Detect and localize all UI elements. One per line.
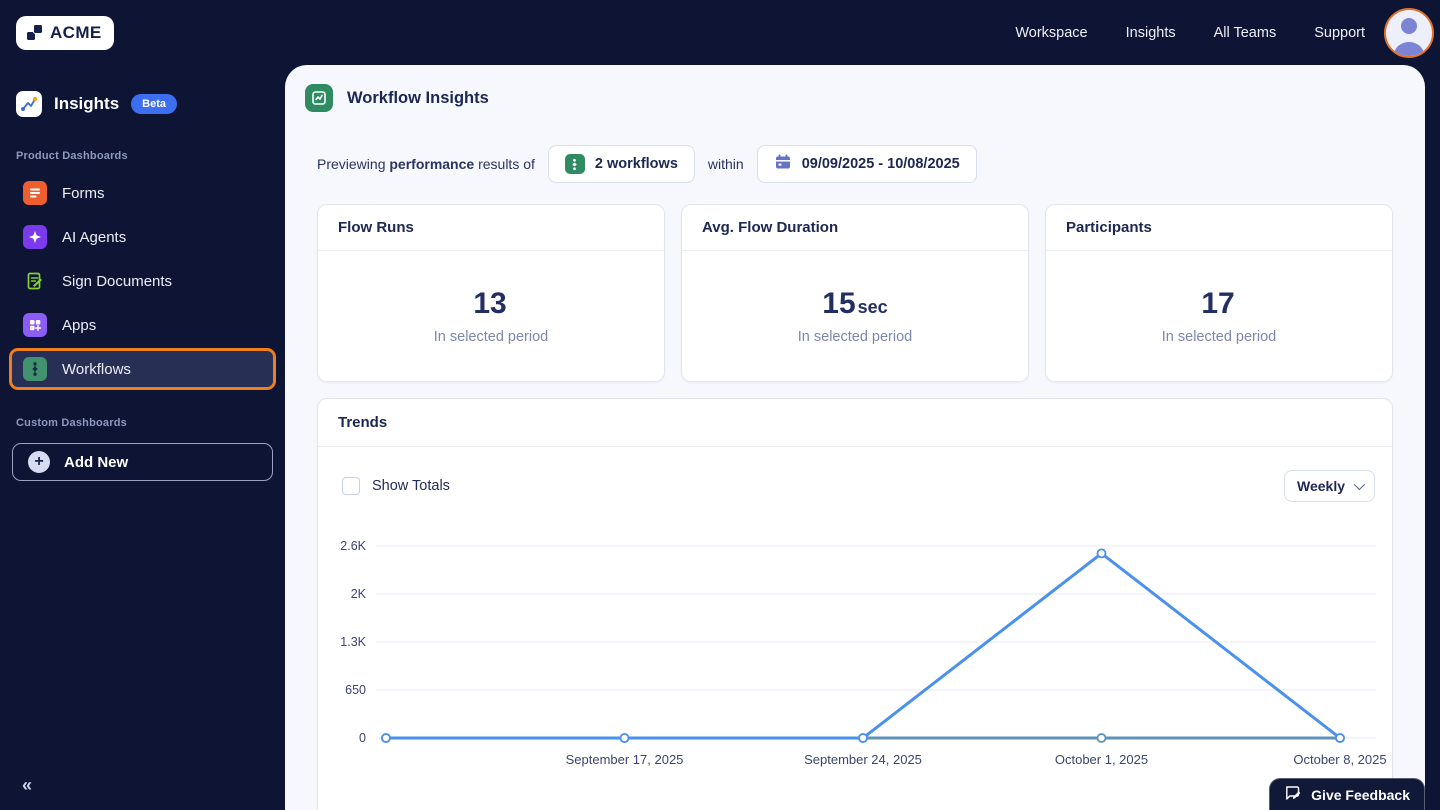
date-range-label: 09/09/2025 - 10/08/2025 [801, 156, 960, 172]
sign-document-icon [23, 269, 47, 293]
filter-description: Previewing performance results of [317, 156, 535, 172]
stat-subtitle: In selected period [433, 329, 549, 345]
sidebar-app-title: Insights [54, 94, 120, 113]
show-totals-toggle[interactable]: Show Totals [342, 477, 450, 495]
workflow-insights-icon [305, 84, 333, 112]
section-custom-dashboards: Custom Dashboards [16, 417, 127, 429]
show-totals-checkbox[interactable] [342, 477, 360, 495]
workflow-icon [564, 154, 585, 174]
stat-card-participants: Participants 17 In selected period [1045, 204, 1393, 382]
svg-text:650: 650 [345, 683, 366, 697]
trends-line-chart: 0 650 1.3K 2K 2.6K September 17, 2025 Septembe… [340, 539, 1386, 767]
stat-subtitle: In selected period [797, 329, 913, 345]
insights-app-icon [16, 91, 42, 117]
sidebar-item-label: Forms [62, 184, 105, 202]
beta-badge: Beta [131, 94, 178, 114]
give-feedback-button[interactable]: Give Feedback [1269, 778, 1425, 810]
sidebar-item-ai-agents[interactable]: AI Agents [12, 219, 273, 255]
nav-workspace[interactable]: Workspace [1015, 25, 1087, 41]
workflows-selector-label: 2 workflows [594, 156, 678, 172]
avatar-person-icon [1401, 17, 1417, 34]
svg-text:October 1, 2025: October 1, 2025 [1055, 752, 1148, 767]
stat-card-title: Flow Runs [318, 205, 664, 251]
page-title: Workflow Insights [347, 88, 489, 107]
svg-text:1.3K: 1.3K [340, 635, 366, 649]
add-new-label: Add New [64, 453, 129, 471]
stat-card-flow-runs: Flow Runs 13 In selected period [317, 204, 665, 382]
stat-card-title: Participants [1046, 205, 1392, 251]
sidebar-menu: Forms AI Agents Sign Documents Apps Work… [0, 175, 285, 390]
stat-card-avg-flow-duration: Avg. Flow Duration 15 sec In selected pe… [681, 204, 1029, 382]
nav-all-teams[interactable]: All Teams [1214, 25, 1277, 41]
nav-insights[interactable]: Insights [1126, 25, 1176, 41]
svg-text:2.6K: 2.6K [340, 539, 366, 553]
svg-text:September 17, 2025: September 17, 2025 [566, 752, 684, 767]
forms-list-icon [23, 181, 47, 205]
filter-row: Previewing performance results of 2 work… [317, 145, 1425, 183]
calendar-icon [774, 153, 792, 175]
stat-subtitle: In selected period [1161, 329, 1277, 345]
stat-value: 17 [1201, 287, 1235, 320]
trends-card: Trends Show Totals Weekly 0 650 1.3K 2K 2.6K… [317, 398, 1393, 810]
workflow-icon [23, 357, 47, 381]
stat-value: 13 [473, 287, 507, 320]
sidebar: Insights Beta Product Dashboards Forms A… [0, 65, 285, 810]
show-totals-label: Show Totals [372, 478, 450, 494]
workflows-selector-button[interactable]: 2 workflows [547, 145, 695, 183]
stat-value: 15 [822, 287, 856, 320]
within-label: within [707, 156, 744, 172]
sidebar-item-sign-documents[interactable]: Sign Documents [12, 263, 273, 299]
stat-unit: sec [857, 297, 888, 317]
top-navigation: Workspace Insights All Teams Support [1015, 25, 1365, 41]
acme-logo-icon [25, 23, 45, 43]
svg-text:October 8, 2025: October 8, 2025 [1293, 752, 1386, 767]
section-product-dashboards: Product Dashboards [16, 150, 128, 162]
chevron-down-icon [1353, 478, 1366, 491]
sidebar-item-forms[interactable]: Forms [12, 175, 273, 211]
svg-text:2K: 2K [351, 587, 367, 601]
sidebar-app-header: Insights Beta [16, 91, 285, 117]
stat-card-title: Avg. Flow Duration [682, 205, 1028, 251]
apps-grid-icon [23, 313, 47, 337]
topbar: ACME Workspace Insights All Teams Suppor… [0, 0, 1440, 65]
page-header: Workflow Insights [285, 65, 1425, 112]
interval-selected-value: Weekly [1297, 478, 1345, 494]
main-panel: Workflow Insights Previewing performance… [285, 65, 1425, 810]
svg-text:0: 0 [359, 731, 366, 745]
plus-icon: + [28, 451, 50, 473]
user-avatar[interactable] [1384, 7, 1434, 58]
sidebar-item-label: Apps [62, 316, 97, 334]
interval-select[interactable]: Weekly [1284, 470, 1375, 502]
trends-title: Trends [318, 399, 1392, 447]
stat-cards-row: Flow Runs 13 In selected period Avg. Flo… [317, 204, 1393, 382]
sidebar-item-apps[interactable]: Apps [12, 307, 273, 343]
date-range-button[interactable]: 09/09/2025 - 10/08/2025 [756, 145, 977, 183]
sidebar-item-label: Workflows [62, 360, 131, 378]
add-new-button[interactable]: + Add New [12, 443, 273, 481]
sidebar-item-label: Sign Documents [62, 272, 173, 290]
feedback-bubble-pencil-icon [1284, 785, 1302, 805]
sidebar-item-workflows[interactable]: Workflows [9, 348, 276, 390]
ai-sparkle-icon [23, 225, 47, 249]
feedback-label: Give Feedback [1311, 786, 1410, 803]
svg-text:September 24, 2025: September 24, 2025 [804, 752, 922, 767]
brand-name: ACME [50, 22, 102, 42]
sidebar-collapse-icon[interactable]: « [22, 775, 32, 796]
nav-support[interactable]: Support [1314, 25, 1365, 41]
sidebar-item-label: AI Agents [62, 228, 127, 246]
acme-logo[interactable]: ACME [16, 15, 114, 50]
